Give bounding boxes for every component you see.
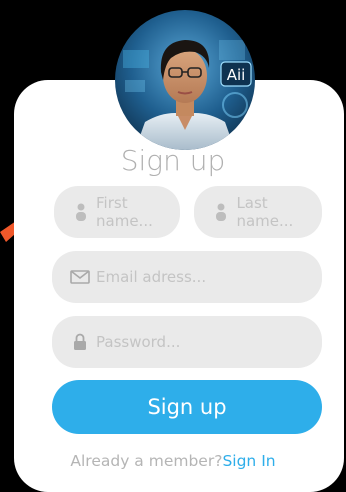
user-icon (212, 202, 230, 222)
avatar: Aii (115, 10, 255, 150)
first-name-field[interactable]: First name... (54, 186, 180, 238)
email-placeholder: Email adress... (96, 268, 207, 286)
signup-button[interactable]: Sign up (52, 380, 322, 434)
avatar-badge-text: Aii (227, 66, 246, 84)
last-name-placeholder: Last name... (236, 194, 294, 230)
sign-in-link[interactable]: Sign In (222, 452, 275, 470)
signup-screen: Aii Sign up First name... Last name... E… (0, 0, 346, 492)
email-field[interactable]: Email adress... (52, 251, 322, 303)
member-prompt: Already a member? (70, 452, 223, 470)
footer: Already a member?Sign In (0, 452, 346, 470)
page-title: Sign up (120, 144, 226, 177)
password-placeholder: Password... (96, 333, 181, 351)
envelope-icon (70, 267, 90, 287)
lock-icon (70, 332, 90, 352)
first-name-placeholder: First name... (96, 194, 153, 230)
password-field[interactable]: Password... (52, 316, 322, 368)
last-name-field[interactable]: Last name... (194, 186, 322, 238)
user-icon (72, 202, 90, 222)
